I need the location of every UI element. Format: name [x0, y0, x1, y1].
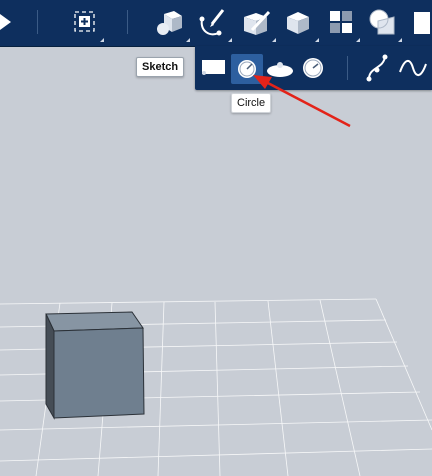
toolbar-separator: [37, 10, 38, 34]
box-solid[interactable]: [45, 311, 145, 420]
rectangle-tool-icon[interactable]: [201, 58, 227, 78]
chevron-down-icon[interactable]: [356, 38, 360, 42]
chevron-down-icon[interactable]: [398, 38, 402, 42]
polygon-tool-icon[interactable]: [301, 55, 325, 81]
sketch-icon[interactable]: [197, 7, 227, 39]
play-icon[interactable]: [0, 11, 12, 33]
circle-tool-icon[interactable]: [231, 54, 263, 84]
chevron-down-icon[interactable]: [100, 38, 104, 42]
chevron-down-icon[interactable]: [315, 38, 319, 42]
chevron-down-icon[interactable]: [186, 38, 190, 42]
chevron-down-icon[interactable]: [228, 38, 232, 42]
measure-icon[interactable]: [412, 8, 432, 38]
sketch-flyout-toolbar: [195, 46, 432, 90]
flyout-separator: [347, 56, 348, 80]
box-side-face: [45, 313, 55, 420]
pattern-icon[interactable]: [328, 9, 354, 35]
ellipse-tool-icon[interactable]: [265, 58, 295, 80]
polyline-tool-icon[interactable]: [365, 53, 391, 83]
spline-tool-icon[interactable]: [398, 56, 428, 80]
snap-grid-icon[interactable]: [72, 9, 98, 37]
modify-icon[interactable]: [284, 9, 312, 37]
primitives-icon[interactable]: [154, 8, 184, 38]
toolbar-separator: [127, 10, 128, 34]
chevron-down-icon[interactable]: [272, 38, 276, 42]
box-front-face: [53, 327, 145, 419]
construct-icon[interactable]: [240, 8, 272, 38]
combine-icon[interactable]: [367, 7, 397, 37]
circle-tooltip: Circle: [231, 93, 272, 113]
main-toolbar: [0, 0, 432, 47]
sketch-tooltip: Sketch: [136, 57, 185, 77]
